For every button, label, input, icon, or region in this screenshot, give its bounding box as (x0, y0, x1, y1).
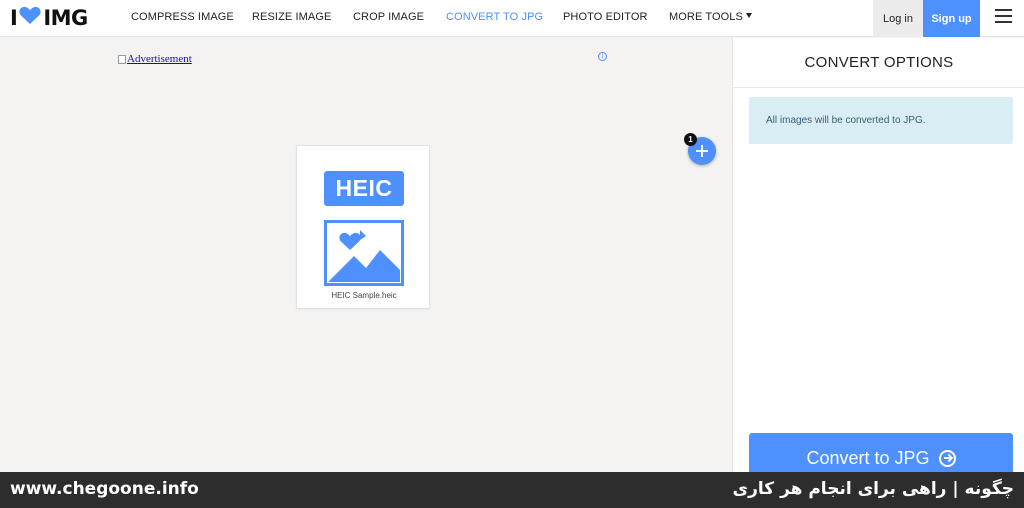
hamburger-menu-icon[interactable] (995, 9, 1012, 24)
logo-letter-i: I (10, 6, 18, 30)
banner-url: www.chegoone.info (10, 479, 199, 499)
file-card[interactable]: HEIC HEIC Sample.heic (296, 145, 430, 309)
nav-crop-image[interactable]: CROP IMAGE (353, 11, 424, 23)
arrow-right-circle-icon (938, 449, 956, 467)
nav-more-tools[interactable]: MORE TOOLS (669, 11, 752, 23)
advertisement-link[interactable]: Advertisement (118, 53, 192, 65)
upload-workspace: Advertisement i HEIC HEIC Sample.heic 1 (0, 38, 732, 472)
heart-icon (19, 6, 41, 30)
advertisement-text: Advertisement (127, 53, 192, 65)
info-message: All images will be converted to JPG. (749, 97, 1013, 144)
nav-convert-to-jpg[interactable]: CONVERT TO JPG (446, 11, 543, 23)
broken-image-icon (118, 54, 126, 64)
file-count-badge: 1 (684, 133, 697, 146)
nav-more-tools-label: MORE TOOLS (669, 11, 743, 23)
login-button[interactable]: Log in (873, 0, 923, 37)
file-name: HEIC Sample.heic (331, 291, 397, 300)
signup-button[interactable]: Sign up (923, 0, 980, 37)
nav-photo-editor[interactable]: PHOTO EDITOR (563, 11, 648, 23)
sidebar-divider (733, 87, 1024, 88)
top-header: I IMG COMPRESS IMAGE RESIZE IMAGE CROP I… (0, 0, 1024, 37)
nav-compress-image[interactable]: COMPRESS IMAGE (131, 11, 234, 23)
info-message-text: All images will be converted to JPG. (766, 115, 926, 126)
banner-tagline: چگونه | راهی برای انجام هر کاری (732, 479, 1014, 499)
file-type-badge: HEIC (324, 171, 404, 206)
sidebar-title: CONVERT OPTIONS (804, 54, 954, 71)
caret-down-icon (745, 13, 752, 18)
image-placeholder-icon (324, 220, 404, 286)
logo-letters-img: IMG (43, 6, 88, 30)
logo[interactable]: I IMG (10, 6, 88, 30)
nav-resize-image[interactable]: RESIZE IMAGE (252, 11, 331, 23)
ad-info-icon[interactable]: i (598, 52, 607, 61)
convert-button-label: Convert to JPG (806, 447, 930, 468)
watermark-banner: www.chegoone.info چگونه | راهی برای انجا… (0, 472, 1024, 508)
convert-options-sidebar: CONVERT OPTIONS All images will be conve… (732, 38, 1024, 483)
